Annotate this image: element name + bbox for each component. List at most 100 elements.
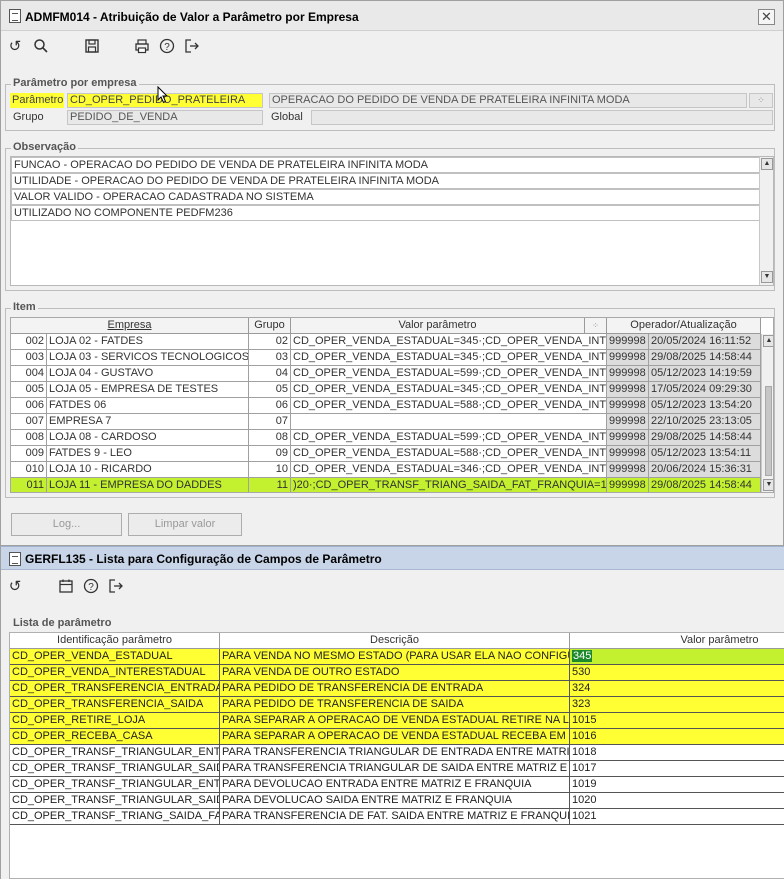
row-valor-cell[interactable]: 324 <box>570 681 784 697</box>
row-grupo-cell[interactable]: 10 <box>249 462 291 478</box>
row-descricao-cell[interactable]: PARA DEVOLUCAO ENTRADA ENTRE MATRIZ E FR… <box>220 777 570 793</box>
lookup-button[interactable]: ⁘ <box>749 93 773 108</box>
row-valor-cell[interactable]: CD_OPER_VENDA_ESTADUAL=345·;CD_OPER_VEND… <box>291 334 607 350</box>
row-descricao-cell[interactable]: PARA TRANSFERENCIA TRIANGULAR DE SAIDA E… <box>220 761 570 777</box>
row-empresa-cell[interactable]: FATDES 9 - LEO <box>47 446 249 462</box>
row-data-cell[interactable]: 17/05/2024 09:29:30 <box>649 382 761 398</box>
row-cod-cell[interactable]: 006 <box>11 398 47 414</box>
col-valor-header[interactable]: Valor parâmetro <box>291 318 585 334</box>
row-descricao-cell[interactable]: PARA SEPARAR A OPERACAO DE VENDA ESTADUA… <box>220 713 570 729</box>
row-valor-cell[interactable]: 1019 <box>570 777 784 793</box>
row-data-cell[interactable]: 05/12/2023 13:54:11 <box>649 446 761 462</box>
col-valor-header[interactable]: Valor parâmetro <box>570 633 784 649</box>
row-valor-cell[interactable]: )20·;CD_OPER_TRANSF_TRIANG_SAIDA_FAT_FRA… <box>291 478 607 492</box>
row-data-cell[interactable]: 05/12/2023 13:54:20 <box>649 398 761 414</box>
row-descricao-cell[interactable]: PARA TRANSFERENCIA DE FAT. SAIDA ENTRE M… <box>220 809 570 825</box>
row-identificacao-cell[interactable]: CD_OPER_TRANSF_TRIANGULAR_SAIDA <box>10 793 220 809</box>
row-valor-cell[interactable]: CD_OPER_VENDA_ESTADUAL=345·;CD_OPER_VEND… <box>291 350 607 366</box>
row-cod-cell[interactable]: 010 <box>11 462 47 478</box>
row-identificacao-cell[interactable]: CD_OPER_TRANSFERENCIA_SAIDA <box>10 697 220 713</box>
row-grupo-cell[interactable]: 06 <box>249 398 291 414</box>
undo-icon[interactable]: ↺ <box>6 38 24 56</box>
row-operador-cell[interactable]: 999998 <box>607 398 649 414</box>
help-icon[interactable]: ? <box>82 578 100 596</box>
print-icon[interactable] <box>133 38 151 56</box>
row-operador-cell[interactable]: 999998 <box>607 382 649 398</box>
row-cod-cell[interactable]: 011 <box>11 478 47 492</box>
row-valor-cell[interactable]: CD_OPER_VENDA_ESTADUAL=346·;CD_OPER_VEND… <box>291 462 607 478</box>
row-valor-cell[interactable]: 1016 <box>570 729 784 745</box>
row-valor-cell[interactable]: CD_OPER_VENDA_ESTADUAL=599·;CD_OPER_VEND… <box>291 430 607 446</box>
col-empresa-header[interactable]: Empresa <box>11 318 249 334</box>
row-descricao-cell[interactable]: PARA PEDIDO DE TRANSFERENCIA DE SAIDA <box>220 697 570 713</box>
row-data-cell[interactable]: 05/12/2023 14:19:59 <box>649 366 761 382</box>
row-identificacao-cell[interactable]: CD_OPER_RETIRE_LOJA <box>10 713 220 729</box>
row-identificacao-cell[interactable]: CD_OPER_TRANSF_TRIANGULAR_ENTRADA <box>10 777 220 793</box>
row-grupo-cell[interactable]: 03 <box>249 350 291 366</box>
row-operador-cell[interactable]: 999998 <box>607 414 649 430</box>
row-descricao-cell[interactable]: PARA SEPARAR A OPERACAO DE VENDA ESTADUA… <box>220 729 570 745</box>
row-empresa-cell[interactable]: LOJA 02 - FATDES <box>47 334 249 350</box>
row-cod-cell[interactable]: 007 <box>11 414 47 430</box>
row-cod-cell[interactable]: 005 <box>11 382 47 398</box>
save-icon[interactable] <box>83 38 101 56</box>
observacao-textarea[interactable]: FUNCAO - OPERACAO DO PEDIDO DE VENDA DE … <box>10 156 774 286</box>
row-valor-cell[interactable]: 323 <box>570 697 784 713</box>
row-operador-cell[interactable]: 999998 <box>607 446 649 462</box>
row-identificacao-cell[interactable]: CD_OPER_VENDA_INTERESTADUAL <box>10 665 220 681</box>
scroll-up-icon[interactable]: ▲ <box>761 158 773 170</box>
calendar-icon[interactable] <box>57 578 75 596</box>
row-grupo-cell[interactable]: 05 <box>249 382 291 398</box>
row-empresa-cell[interactable]: LOJA 11 - EMPRESA DO DADDES <box>47 478 249 492</box>
row-grupo-cell[interactable]: 11 <box>249 478 291 492</box>
row-valor-cell[interactable]: CD_OPER_VENDA_ESTADUAL=588·;CD_OPER_VEND… <box>291 398 607 414</box>
row-data-cell[interactable]: 29/08/2025 14:58:44 <box>649 478 761 492</box>
row-valor-cell[interactable]: 1021 <box>570 809 784 825</box>
row-descricao-cell[interactable]: PARA VENDA NO MESMO ESTADO (PARA USAR EL… <box>220 649 570 665</box>
row-descricao-cell[interactable]: PARA TRANSFERENCIA TRIANGULAR DE ENTRADA… <box>220 745 570 761</box>
row-grupo-cell[interactable]: 09 <box>249 446 291 462</box>
row-valor-cell[interactable]: CD_OPER_VENDA_ESTADUAL=345·;CD_OPER_VEND… <box>291 382 607 398</box>
observacao-scrollbar[interactable]: ▲ ▼ <box>759 157 773 285</box>
row-grupo-cell[interactable]: 07 <box>249 414 291 430</box>
row-grupo-cell[interactable]: 08 <box>249 430 291 446</box>
help-icon[interactable]: ? <box>158 38 176 56</box>
scroll-thumb[interactable] <box>765 386 772 476</box>
item-scrollbar[interactable]: ▲ ▼ <box>761 334 773 492</box>
row-operador-cell[interactable]: 999998 <box>607 366 649 382</box>
row-data-cell[interactable]: 20/06/2024 15:36:31 <box>649 462 761 478</box>
row-data-cell[interactable]: 20/05/2024 16:11:52 <box>649 334 761 350</box>
col-operador-header[interactable]: Operador/Atualização <box>607 318 761 334</box>
row-empresa-cell[interactable]: LOJA 10 - RICARDO <box>47 462 249 478</box>
row-data-cell[interactable]: 29/08/2025 14:58:44 <box>649 430 761 446</box>
row-valor-cell[interactable]: 345 <box>570 649 784 665</box>
row-grupo-cell[interactable]: 04 <box>249 366 291 382</box>
row-cod-cell[interactable]: 002 <box>11 334 47 350</box>
col-grupo-header[interactable]: Grupo <box>249 318 291 334</box>
row-identificacao-cell[interactable]: CD_OPER_TRANSFERENCIA_ENTRADA <box>10 681 220 697</box>
row-valor-cell[interactable]: CD_OPER_VENDA_ESTADUAL=599·;CD_OPER_VEND… <box>291 366 607 382</box>
row-operador-cell[interactable]: 999998 <box>607 478 649 492</box>
row-cod-cell[interactable]: 004 <box>11 366 47 382</box>
row-valor-cell[interactable]: 530 <box>570 665 784 681</box>
row-valor-cell[interactable]: CD_OPER_VENDA_ESTADUAL=588·;CD_OPER_VEND… <box>291 446 607 462</box>
row-cod-cell[interactable]: 003 <box>11 350 47 366</box>
row-identificacao-cell[interactable]: CD_OPER_RECEBA_CASA <box>10 729 220 745</box>
row-empresa-cell[interactable]: LOJA 05 - EMPRESA DE TESTES <box>47 382 249 398</box>
row-empresa-cell[interactable]: LOJA 04 - GUSTAVO <box>47 366 249 382</box>
close-button[interactable]: ✕ <box>758 9 775 25</box>
scroll-down-icon[interactable]: ▼ <box>761 271 773 283</box>
row-operador-cell[interactable]: 999998 <box>607 430 649 446</box>
exit-icon[interactable] <box>107 578 125 596</box>
row-identificacao-cell[interactable]: CD_OPER_TRANSF_TRIANGULAR_SAIDA <box>10 761 220 777</box>
row-identificacao-cell[interactable]: CD_OPER_VENDA_ESTADUAL <box>10 649 220 665</box>
row-operador-cell[interactable]: 999998 <box>607 462 649 478</box>
row-valor-cell[interactable]: 1015 <box>570 713 784 729</box>
row-empresa-cell[interactable]: LOJA 08 - CARDOSO <box>47 430 249 446</box>
search-icon[interactable] <box>32 38 50 56</box>
row-data-cell[interactable]: 22/10/2025 23:13:05 <box>649 414 761 430</box>
row-cod-cell[interactable]: 008 <box>11 430 47 446</box>
row-empresa-cell[interactable]: FATDES 06 <box>47 398 249 414</box>
row-empresa-cell[interactable]: EMPRESA 7 <box>47 414 249 430</box>
row-descricao-cell[interactable]: PARA PEDIDO DE TRANSFERENCIA DE ENTRADA <box>220 681 570 697</box>
